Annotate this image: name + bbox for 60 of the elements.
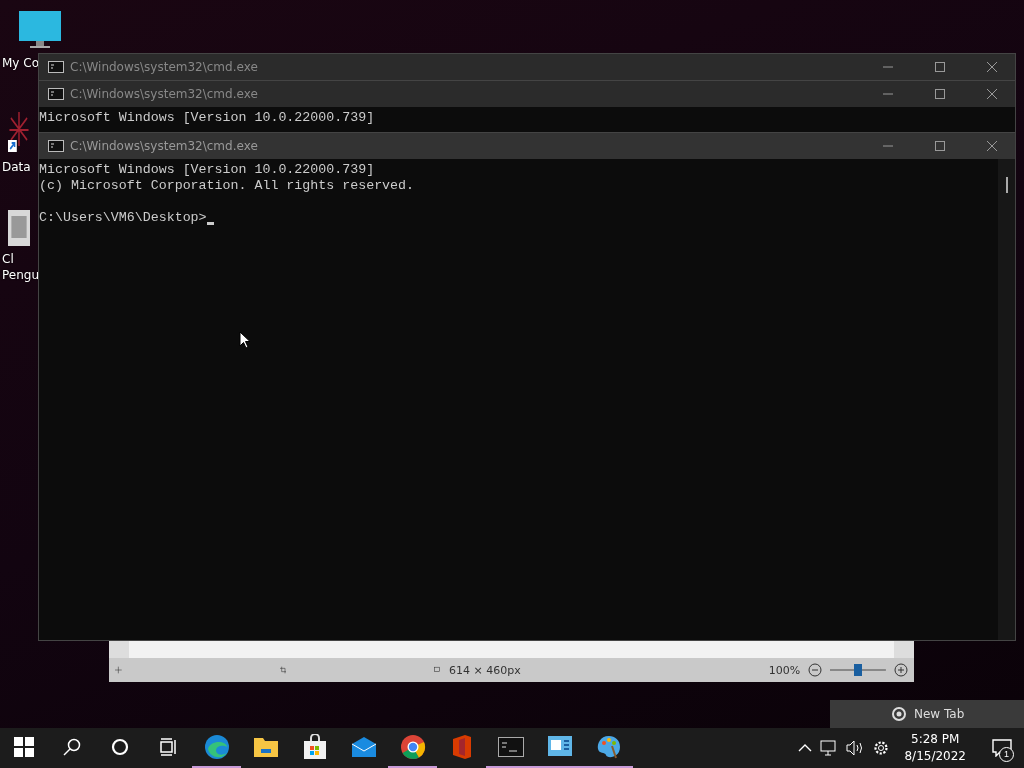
console-prompt: C:\Users\VM6\Desktop> — [39, 210, 207, 226]
close-icon — [986, 88, 998, 100]
circle-icon — [111, 738, 129, 756]
terminal-icon — [497, 737, 524, 757]
windows-logo-icon — [14, 737, 34, 757]
desktop-icon-label: Cl — [1, 252, 14, 266]
action-center-button[interactable]: 1 — [980, 728, 1024, 768]
image-dimensions: 614 × 460px — [449, 663, 521, 677]
console-line: Microsoft Windows [Version 10.0.22000.739] — [39, 162, 375, 178]
taskbar-clock[interactable]: 5:28 PM 8/15/2022 — [898, 731, 972, 765]
clock-date: 8/15/2022 — [904, 748, 966, 765]
office-icon — [450, 734, 473, 760]
scrollbar[interactable] — [998, 159, 1015, 640]
zoom-out-button[interactable] — [808, 663, 823, 677]
console-icon — [48, 88, 64, 100]
window-title: C:\Windows\system32\cmd.exe — [70, 139, 259, 153]
desktop-icon-label: Pengu — [1, 268, 40, 282]
folder-icon — [252, 735, 279, 759]
zoom-in-button[interactable] — [894, 663, 908, 677]
network-shortcut-icon[interactable] — [8, 110, 30, 154]
crop-icon[interactable] — [279, 664, 287, 676]
mouse-pointer-icon — [239, 331, 251, 349]
monitor-icon[interactable] — [18, 10, 62, 50]
maximize-icon — [934, 140, 946, 152]
chrome-icon — [399, 734, 426, 760]
control-panel-icon — [546, 735, 573, 759]
edge-icon — [203, 734, 230, 760]
chrome-icon — [892, 707, 906, 721]
text-cursor — [206, 222, 214, 225]
network-icon[interactable] — [820, 740, 839, 756]
maximize-icon — [934, 61, 946, 73]
speech-bubble-icon — [992, 739, 1012, 757]
maximize-icon — [934, 88, 946, 100]
notification-title: New Tab — [914, 707, 965, 721]
zoom-level: 100% — [768, 663, 801, 677]
scrollbar-thumb[interactable] — [1005, 177, 1008, 193]
console-icon — [48, 140, 64, 152]
plus-icon — [894, 663, 908, 677]
console-line: Microsoft Windows [Version 10.0.22000.739] — [39, 110, 375, 126]
window-title: C:\Windows\system32\cmd.exe — [70, 60, 259, 74]
settings-icon[interactable] — [872, 739, 891, 757]
move-icon[interactable] — [115, 664, 122, 676]
notification-count: 1 — [999, 747, 1014, 762]
mail-icon — [350, 736, 377, 758]
desktop-icon-label: Data — [1, 160, 31, 174]
desktop-icon-label: My Co — [1, 56, 39, 70]
notification-preview[interactable]: New Tab — [830, 700, 1024, 728]
close-icon — [986, 61, 998, 73]
search-icon — [63, 738, 81, 756]
console-icon — [48, 61, 64, 73]
window-title: C:\Windows\system32\cmd.exe — [70, 87, 259, 101]
task-view-icon — [159, 738, 177, 756]
close-icon — [986, 140, 998, 152]
minus-icon — [808, 663, 823, 677]
chevron-up-icon[interactable] — [798, 743, 813, 753]
clock-time: 5:28 PM — [911, 731, 960, 748]
volume-icon[interactable] — [846, 740, 865, 756]
paint-palette-icon — [595, 734, 622, 760]
shopping-bag-icon — [302, 734, 327, 760]
console-line: (c) Microsoft Corporation. All rights reserved. — [39, 178, 415, 194]
